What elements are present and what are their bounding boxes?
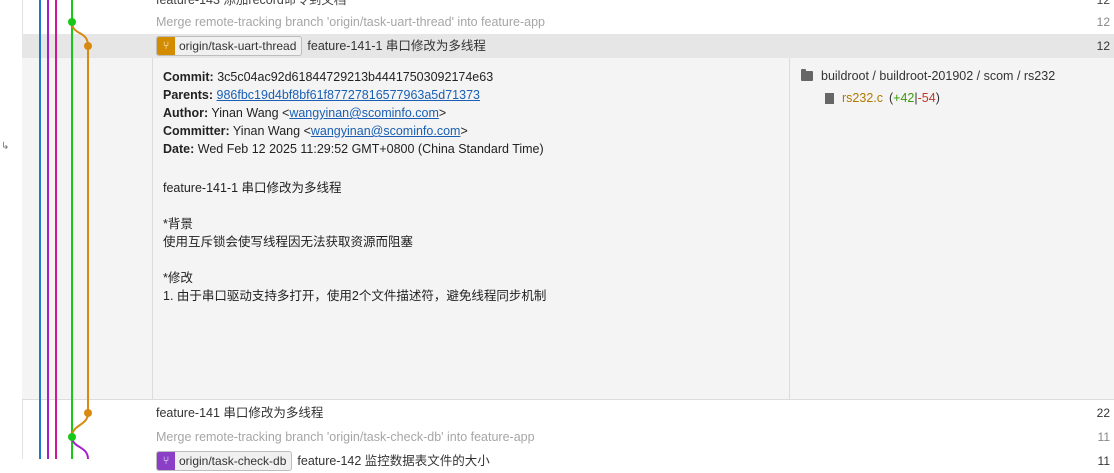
commit-count: 11 xyxy=(1097,454,1110,468)
author-line: Author: Yinan Wang <wangyinan@scominfo.c… xyxy=(163,104,544,122)
additions: +42 xyxy=(893,91,915,105)
commit-message-line: ⑂ origin/task-check-db feature-142 监控数据表文件… xyxy=(156,449,490,473)
graph-merge-purple xyxy=(71,436,89,459)
commit-count: 12 xyxy=(1096,15,1110,29)
commit-node xyxy=(84,409,92,417)
deletions: -54 xyxy=(917,91,936,105)
left-gutter: ↳ xyxy=(0,0,23,459)
commit-hash-line: Commit: 3c5c04ac92d61844729213b444175030… xyxy=(163,68,544,86)
file-stats: (+42|-54) xyxy=(889,88,940,108)
date-line: Date: Wed Feb 12 2025 11:29:52 GMT+0800 … xyxy=(163,140,544,158)
commit-metadata: Commit: 3c5c04ac92d61844729213b444175030… xyxy=(163,68,544,158)
commit-node xyxy=(68,433,76,441)
email-close: > xyxy=(460,124,468,138)
file-entry[interactable]: rs232.c (+42|-54) xyxy=(801,88,1055,108)
commit-hash: 3c5c04ac92d61844729213b44417503092174e63 xyxy=(217,70,494,84)
commit-message-line: ⑂ origin/task-uart-thread feature-141-1 串口… xyxy=(156,34,486,58)
commit-node xyxy=(68,18,76,26)
commit-body: feature-141-1 串口修改为多线程 *背景 使用互斥锁会使写线程因无法… xyxy=(163,181,547,303)
folder-entry[interactable]: buildroot / buildroot-201902 / scom / rs… xyxy=(801,66,1055,86)
commit-date: Wed Feb 12 2025 11:29:52 GMT+0800 (China… xyxy=(197,142,544,156)
commit-row[interactable]: feature-141 串口修改为多线程 22 xyxy=(22,401,1114,425)
file-name: rs232.c xyxy=(842,91,883,105)
parents-label: Parents: xyxy=(163,88,214,102)
committer-name: Yinan Wang < xyxy=(232,124,311,138)
date-label: Date: xyxy=(163,142,195,156)
commit-count: 12 xyxy=(1096,39,1110,53)
arrow-icon: ↳ xyxy=(1,141,10,152)
branch-tag-label: origin/task-check-db xyxy=(179,453,287,468)
commit-message: feature-141 串口修改为多线程 xyxy=(156,406,324,420)
branch-icon: ⑂ xyxy=(157,36,175,55)
commit-count: 22 xyxy=(1096,406,1110,420)
file-icon xyxy=(825,92,834,104)
commit-message: Merge remote-tracking branch 'origin/tas… xyxy=(156,15,545,29)
folder-path: buildroot / buildroot-201902 / scom / rs… xyxy=(821,69,1056,83)
commit-count: 11 xyxy=(1097,430,1110,444)
author-email-link[interactable]: wangyinan@scominfo.com xyxy=(289,106,439,120)
commit-row-selected[interactable]: ⑂ origin/task-uart-thread feature-141-1 串口… xyxy=(22,34,1114,58)
commit-node xyxy=(84,42,92,50)
divider xyxy=(789,58,790,399)
commit-message: Merge remote-tracking branch 'origin/tas… xyxy=(156,430,535,444)
commit-graph xyxy=(39,0,92,459)
commit-message: feature-142 监控数据表文件的大小 xyxy=(297,454,490,468)
graph-merge-orange xyxy=(71,21,89,438)
stats-close: ) xyxy=(935,91,940,105)
commit-label: Commit: xyxy=(163,70,214,84)
author-label: Author: xyxy=(163,106,209,120)
commit-details-panel: Commit: 3c5c04ac92d61844729213b444175030… xyxy=(22,58,1114,400)
parent-hash-link[interactable]: 986fbc19d4bf8bf61f87727816577963a5d71373 xyxy=(217,88,480,102)
branch-tag-label: origin/task-uart-thread xyxy=(179,38,297,53)
branch-tag[interactable]: ⑂ origin/task-check-db xyxy=(156,450,293,471)
commit-row[interactable]: Merge remote-tracking branch 'origin/tas… xyxy=(22,10,1114,34)
commit-message: feature-141-1 串口修改为多线程 xyxy=(307,39,486,53)
email-close: > xyxy=(438,106,447,120)
committer-label: Committer: xyxy=(163,124,230,138)
folder-icon xyxy=(801,69,813,81)
parents-line: Parents: 986fbc19d4bf8bf61f8772781657796… xyxy=(163,86,544,104)
commit-row[interactable]: ⑂ origin/task-check-db feature-142 监控数据表文件… xyxy=(22,449,1114,473)
divider xyxy=(152,58,153,399)
changed-files: buildroot / buildroot-201902 / scom / rs… xyxy=(801,66,1055,108)
committer-line: Committer: Yinan Wang <wangyinan@scominf… xyxy=(163,122,544,140)
branch-tag[interactable]: ⑂ origin/task-uart-thread xyxy=(156,35,303,56)
committer-email-link[interactable]: wangyinan@scominfo.com xyxy=(311,124,461,138)
branch-icon: ⑂ xyxy=(157,451,175,470)
author-name: Yinan Wang < xyxy=(211,106,290,120)
commit-row[interactable]: Merge remote-tracking branch 'origin/tas… xyxy=(22,425,1114,449)
